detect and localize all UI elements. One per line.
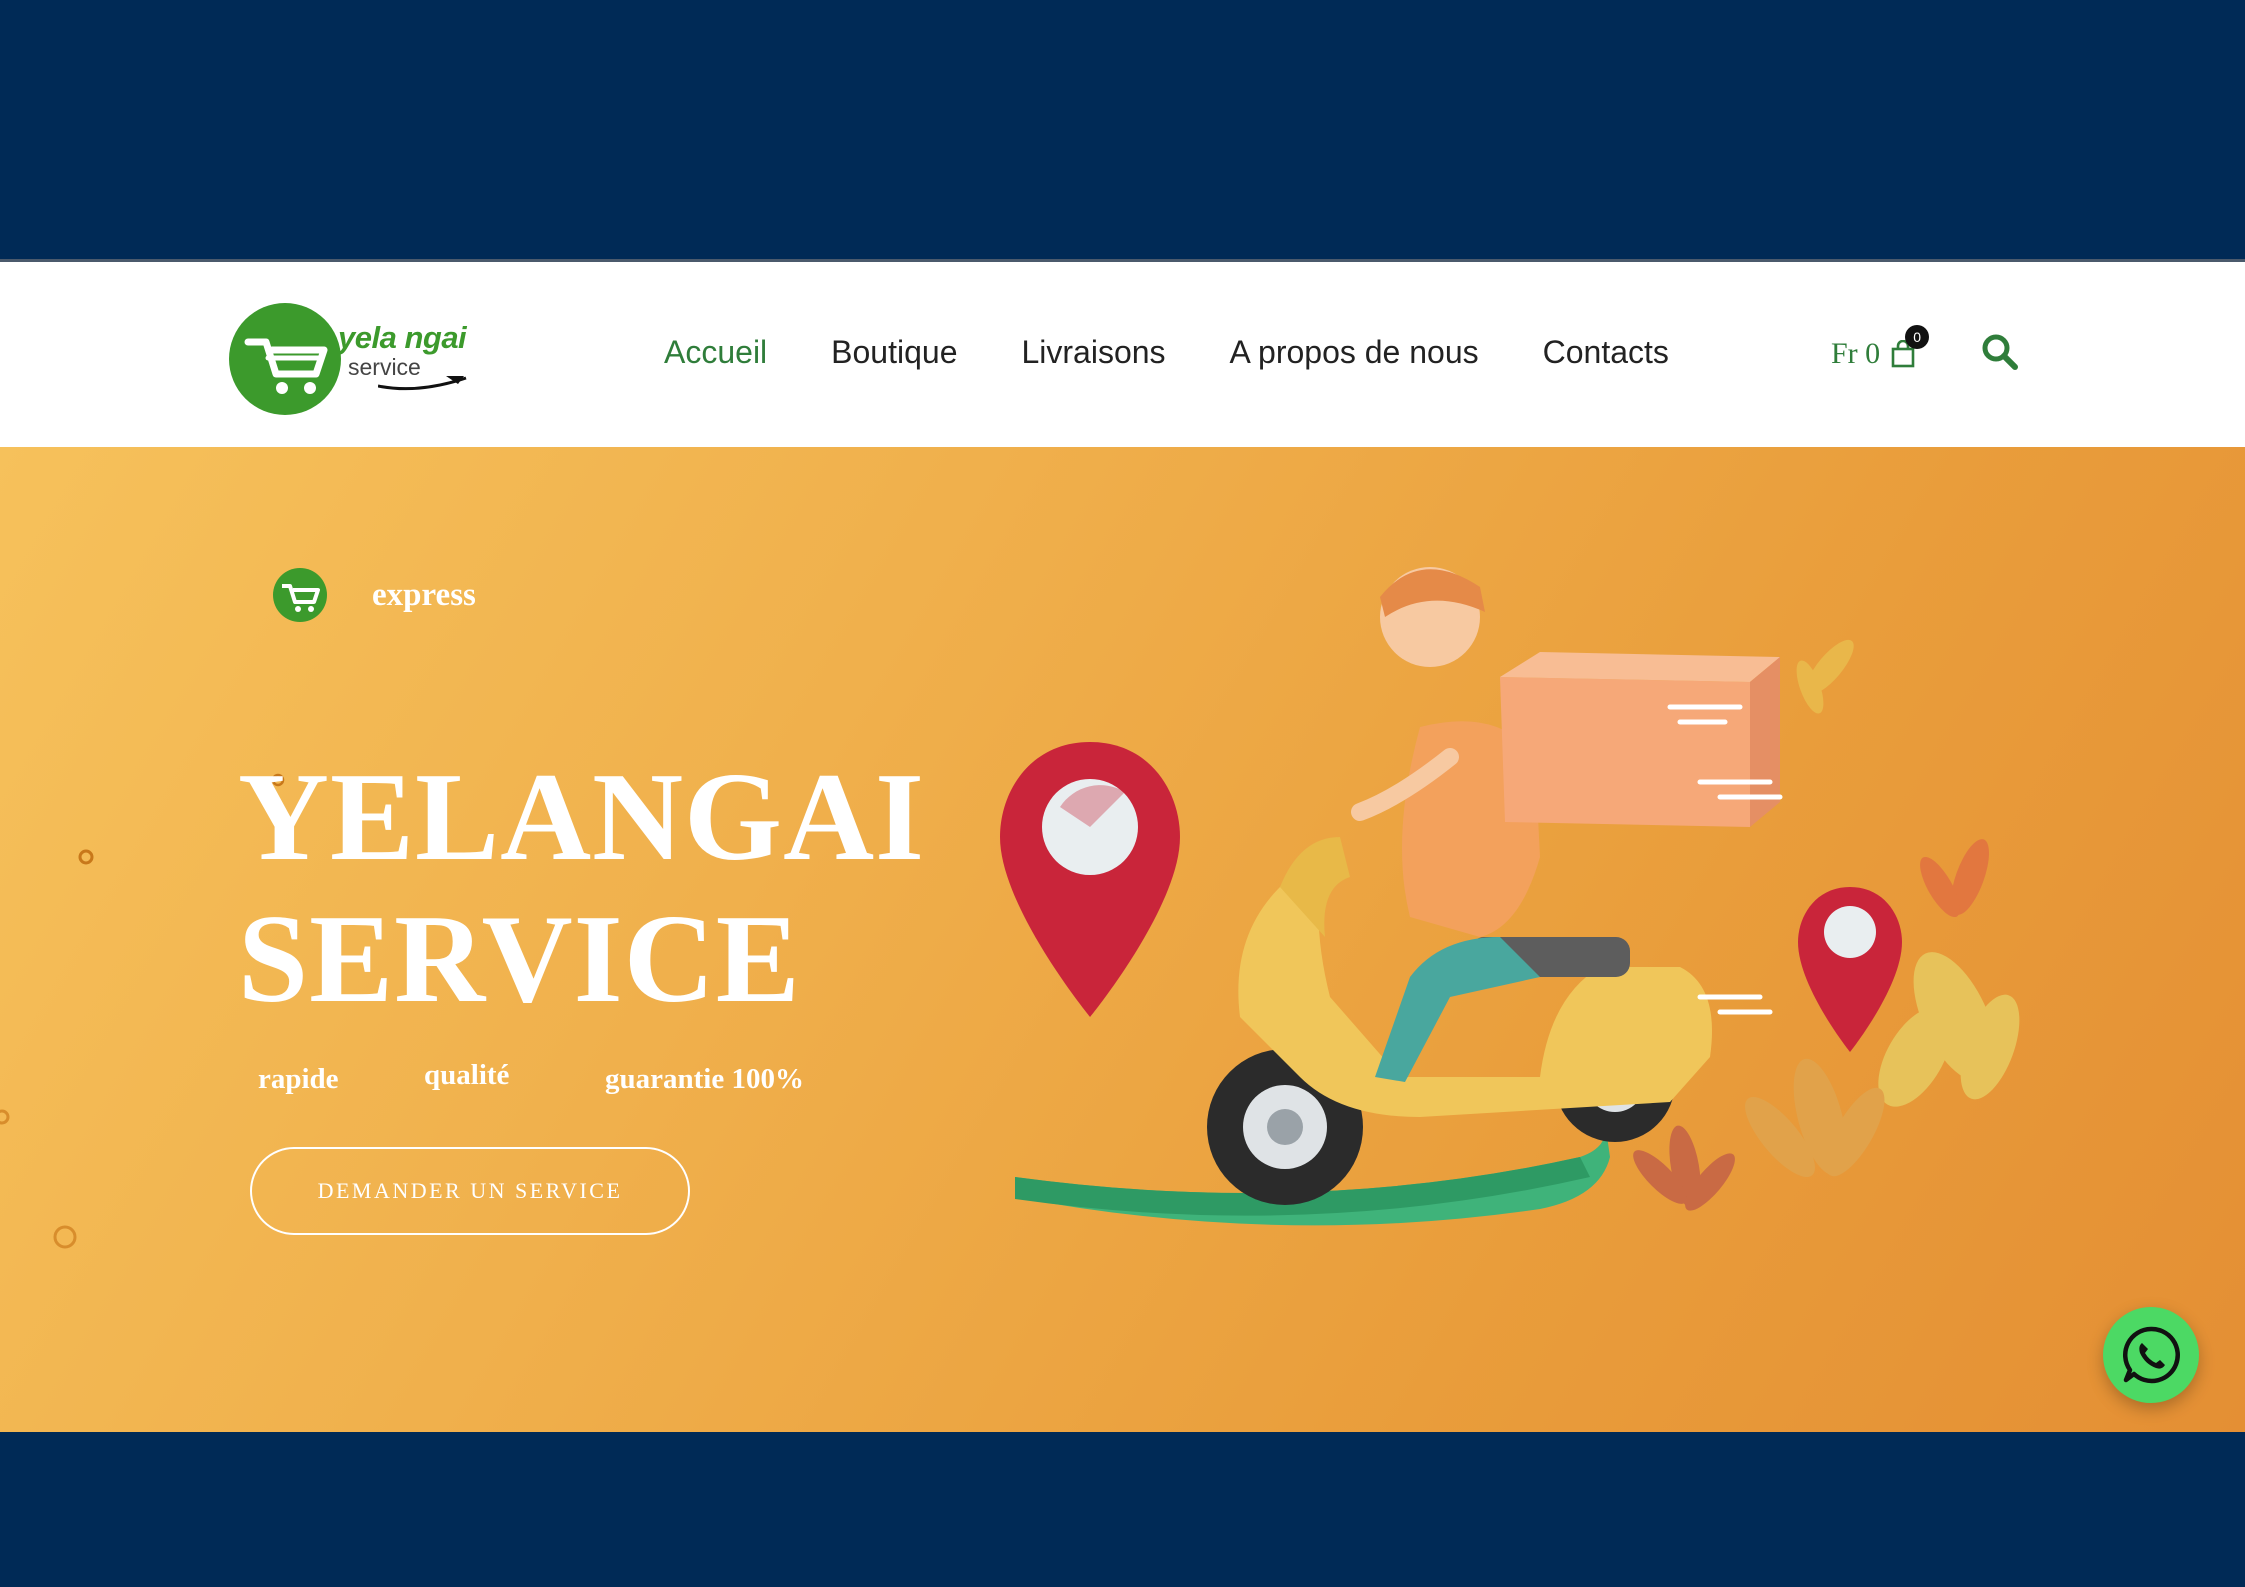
feature-guarantie: guarantie 100% bbox=[605, 1063, 804, 1095]
express-cart-icon bbox=[273, 568, 327, 622]
site-logo[interactable]: yela ngai service bbox=[228, 302, 478, 422]
deco-ring-icon bbox=[78, 849, 94, 865]
express-label: express bbox=[372, 576, 476, 613]
feature-qualite: qualité bbox=[424, 1059, 510, 1091]
shopping-bag-icon: 0 bbox=[1890, 325, 1930, 368]
whatsapp-button[interactable] bbox=[2103, 1307, 2199, 1403]
nav-a-propos[interactable]: A propos de nous bbox=[1230, 334, 1479, 371]
cart-total: Fr 0 bbox=[1831, 337, 1881, 370]
deco-ring-icon bbox=[53, 1225, 77, 1249]
logo-swoosh-icon bbox=[378, 376, 467, 391]
main-nav: Accueil Boutique Livraisons A propos de … bbox=[664, 334, 1733, 371]
hero-section: express YELANGAI SERVICE rapide qualité … bbox=[0, 447, 2245, 1432]
logo-name: yela ngai bbox=[338, 320, 467, 355]
whatsapp-icon bbox=[2122, 1326, 2180, 1384]
delivery-scooter-illustration bbox=[1000, 567, 2020, 1226]
request-service-button[interactable]: DEMANDER UN SERVICE bbox=[250, 1147, 690, 1235]
hero-title: YELANGAI SERVICE bbox=[238, 747, 925, 1031]
website-frame: yela ngai service Accueil Boutique Livra… bbox=[0, 259, 2245, 1432]
hero-title-line-2: SERVICE bbox=[238, 890, 801, 1029]
nav-boutique[interactable]: Boutique bbox=[831, 334, 957, 371]
cart-button[interactable]: Fr 0 0 bbox=[1831, 325, 1930, 371]
deco-ring-icon bbox=[0, 1109, 10, 1125]
cart-count-badge: 0 bbox=[1905, 325, 1930, 349]
nav-contacts[interactable]: Contacts bbox=[1543, 334, 1669, 371]
hero-title-line-1: YELANGAI bbox=[238, 748, 926, 887]
nav-accueil[interactable]: Accueil bbox=[664, 334, 767, 371]
feature-rapide: rapide bbox=[258, 1063, 339, 1095]
site-header: yela ngai service Accueil Boutique Livra… bbox=[0, 262, 2245, 447]
logo-cart-icon bbox=[229, 303, 341, 415]
express-badge: express bbox=[272, 567, 476, 623]
nav-livraisons[interactable]: Livraisons bbox=[1021, 334, 1165, 371]
search-icon[interactable] bbox=[1980, 332, 2020, 372]
